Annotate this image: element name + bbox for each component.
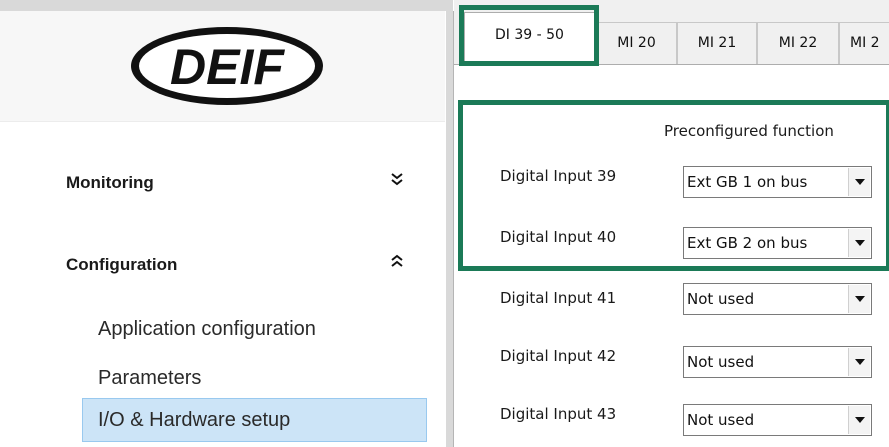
nav-section-configuration[interactable]: Configuration [66, 255, 177, 275]
nav-item-parameters[interactable]: Parameters [98, 367, 201, 390]
di-39-function-select[interactable]: Ext GB 1 on bus [683, 166, 872, 198]
di-42-function-value: Not used [687, 353, 755, 371]
chevron-down-icon[interactable] [848, 348, 870, 376]
nav-section-monitoring[interactable]: Monitoring [66, 173, 154, 193]
row-label-di-43: Digital Input 43 [500, 405, 617, 423]
chevron-down-icon[interactable] [848, 406, 870, 434]
di-39-function-value: Ext GB 1 on bus [687, 173, 808, 191]
double-chevron-down-icon[interactable] [391, 172, 403, 189]
tab-di-39-50[interactable]: DI 39 - 50 [464, 12, 595, 65]
deif-logo: DEIF [131, 27, 323, 105]
di-40-function-select[interactable]: Ext GB 2 on bus [683, 227, 872, 259]
row-label-di-41: Digital Input 41 [500, 289, 617, 307]
row-label-di-42: Digital Input 42 [500, 347, 617, 365]
io-panel [454, 0, 889, 447]
chevron-down-icon[interactable] [848, 229, 870, 257]
row-label-di-40: Digital Input 40 [500, 228, 617, 246]
di-43-function-select[interactable]: Not used [683, 404, 872, 436]
column-header-preconfigured-function: Preconfigured function [664, 122, 834, 140]
logo-text: DEIF [170, 39, 285, 95]
tab-mi-21[interactable]: MI 21 [677, 22, 757, 64]
panel-splitter[interactable] [446, 0, 453, 447]
di-42-function-select[interactable]: Not used [683, 346, 872, 378]
sidebar-top-bar [0, 0, 452, 11]
di-43-function-value: Not used [687, 411, 755, 429]
tab-mi-22[interactable]: MI 22 [757, 22, 839, 64]
di-40-function-value: Ext GB 2 on bus [687, 234, 808, 252]
double-chevron-up-icon[interactable] [391, 254, 403, 271]
tab-mi-2x[interactable]: MI 2 [839, 22, 889, 64]
nav-item-application-configuration[interactable]: Application configuration [98, 318, 316, 341]
row-label-di-39: Digital Input 39 [500, 167, 617, 185]
di-41-function-select[interactable]: Not used [683, 283, 872, 315]
chevron-down-icon[interactable] [848, 285, 870, 313]
tab-mi-20[interactable]: MI 20 [596, 22, 677, 64]
nav-item-io-hardware-label[interactable]: I/O & Hardware setup [98, 409, 290, 432]
di-41-function-value: Not used [687, 290, 755, 308]
chevron-down-icon[interactable] [848, 168, 870, 196]
